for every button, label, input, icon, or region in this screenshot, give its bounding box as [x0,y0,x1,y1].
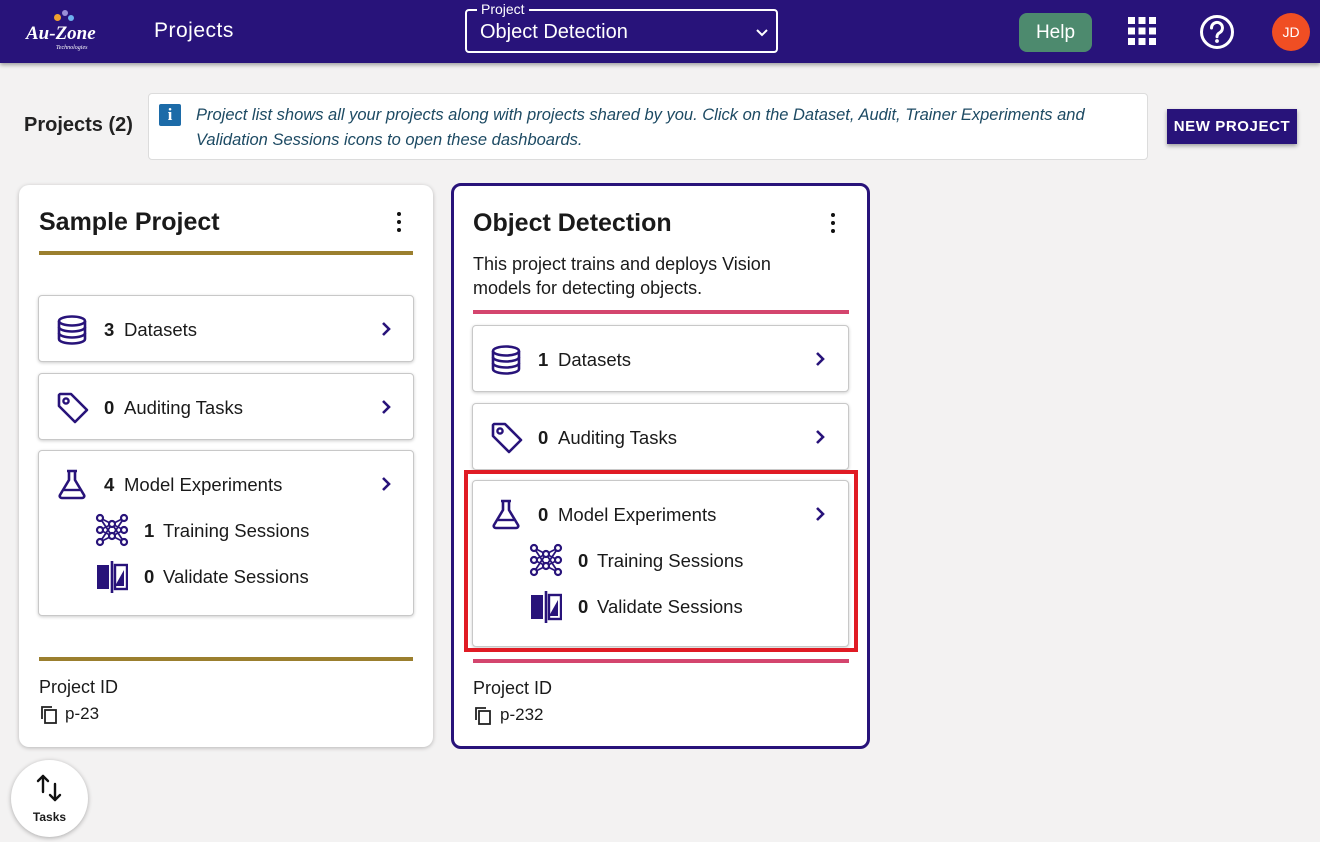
new-project-button[interactable]: NEW PROJECT [1167,109,1297,144]
card-divider [473,659,849,663]
auditing-label: Auditing Tasks [124,397,243,418]
chevron-right-icon [816,352,825,366]
copy-icon[interactable] [40,705,58,725]
copy-icon[interactable] [474,706,492,726]
card-divider [39,251,413,255]
more-vert-icon[interactable] [826,211,840,235]
info-banner: i Project list shows all your projects a… [148,93,1148,160]
auditing-count: 0 [538,427,549,448]
help-button[interactable]: Help [1019,13,1092,52]
card-divider [39,657,413,661]
tasks-label: Tasks [32,810,67,824]
highlight-box [464,470,858,652]
info-icon: i [159,104,181,126]
card-title: Sample Project [39,208,220,236]
chevron-right-icon [382,400,391,414]
project-id-label: Project ID [473,678,553,698]
database-icon [57,315,87,345]
chevron-right-icon [382,477,391,491]
page-section-title: Projects [154,19,234,42]
training-count: 1 [144,520,155,541]
card-divider [473,310,849,314]
logo-text: Au-Zone [26,23,96,44]
au-zone-logo[interactable]: Au-Zone Technologies [26,8,100,56]
validate-count: 0 [144,566,155,587]
tasks-button[interactable]: Tasks [11,760,88,837]
help-circle-icon[interactable] [1199,14,1235,50]
project-id-value: p-23 [65,704,100,723]
compare-icon [97,561,128,593]
auditing-row[interactable]: 0 Auditing Tasks [472,403,849,470]
logo-dots [48,10,78,24]
project-select-value: Object Detection [480,21,628,43]
auditing-count: 0 [104,397,115,418]
project-card-sample: Sample Project 3 Datasets 0 Auditing Tas… [19,185,433,747]
auditing-row[interactable]: 0 Auditing Tasks [38,373,414,440]
chevron-right-icon [816,430,825,444]
chevron-down-icon [756,29,768,37]
tag-icon [491,422,523,454]
projects-count-heading: Projects (2) [24,114,133,136]
project-card-object-detection: Object Detection This project trains and… [451,183,870,749]
datasets-label: Datasets [558,349,632,370]
logo-subtext: Technologies [56,45,88,51]
network-icon [95,513,129,547]
top-bar: Au-Zone Technologies Projects Project Ob… [0,0,1320,63]
apps-grid-icon[interactable] [1128,17,1156,45]
project-select-legend: Project [477,2,529,16]
datasets-count: 1 [538,349,549,370]
project-id-value: p-232 [500,705,544,724]
project-select[interactable]: Project Object Detection [465,2,778,53]
datasets-row[interactable]: 3 Datasets [38,295,414,362]
card-description: This project trains and deploys Vision m… [473,254,771,298]
database-icon [491,345,521,375]
avatar[interactable]: JD [1272,13,1310,51]
card-title: Object Detection [473,209,672,237]
datasets-label: Datasets [124,319,198,340]
project-id-label: Project ID [39,677,119,697]
info-text: Project list shows all your projects alo… [196,106,1085,149]
tag-icon [57,392,89,424]
experiments-count: 4 [104,474,115,495]
experiments-label: Model Experiments [124,474,283,495]
datasets-count: 3 [104,319,115,340]
swap-vert-icon [36,774,62,802]
experiments-box[interactable]: 4 Model Experiments 1 Training Sessions [38,450,414,616]
auditing-label: Auditing Tasks [558,427,677,448]
training-label: Training Sessions [163,520,310,541]
datasets-row[interactable]: 1 Datasets [472,325,849,392]
validate-label: Validate Sessions [163,566,309,587]
flask-icon [58,469,86,500]
more-vert-icon[interactable] [392,210,406,234]
chevron-right-icon [382,322,391,336]
